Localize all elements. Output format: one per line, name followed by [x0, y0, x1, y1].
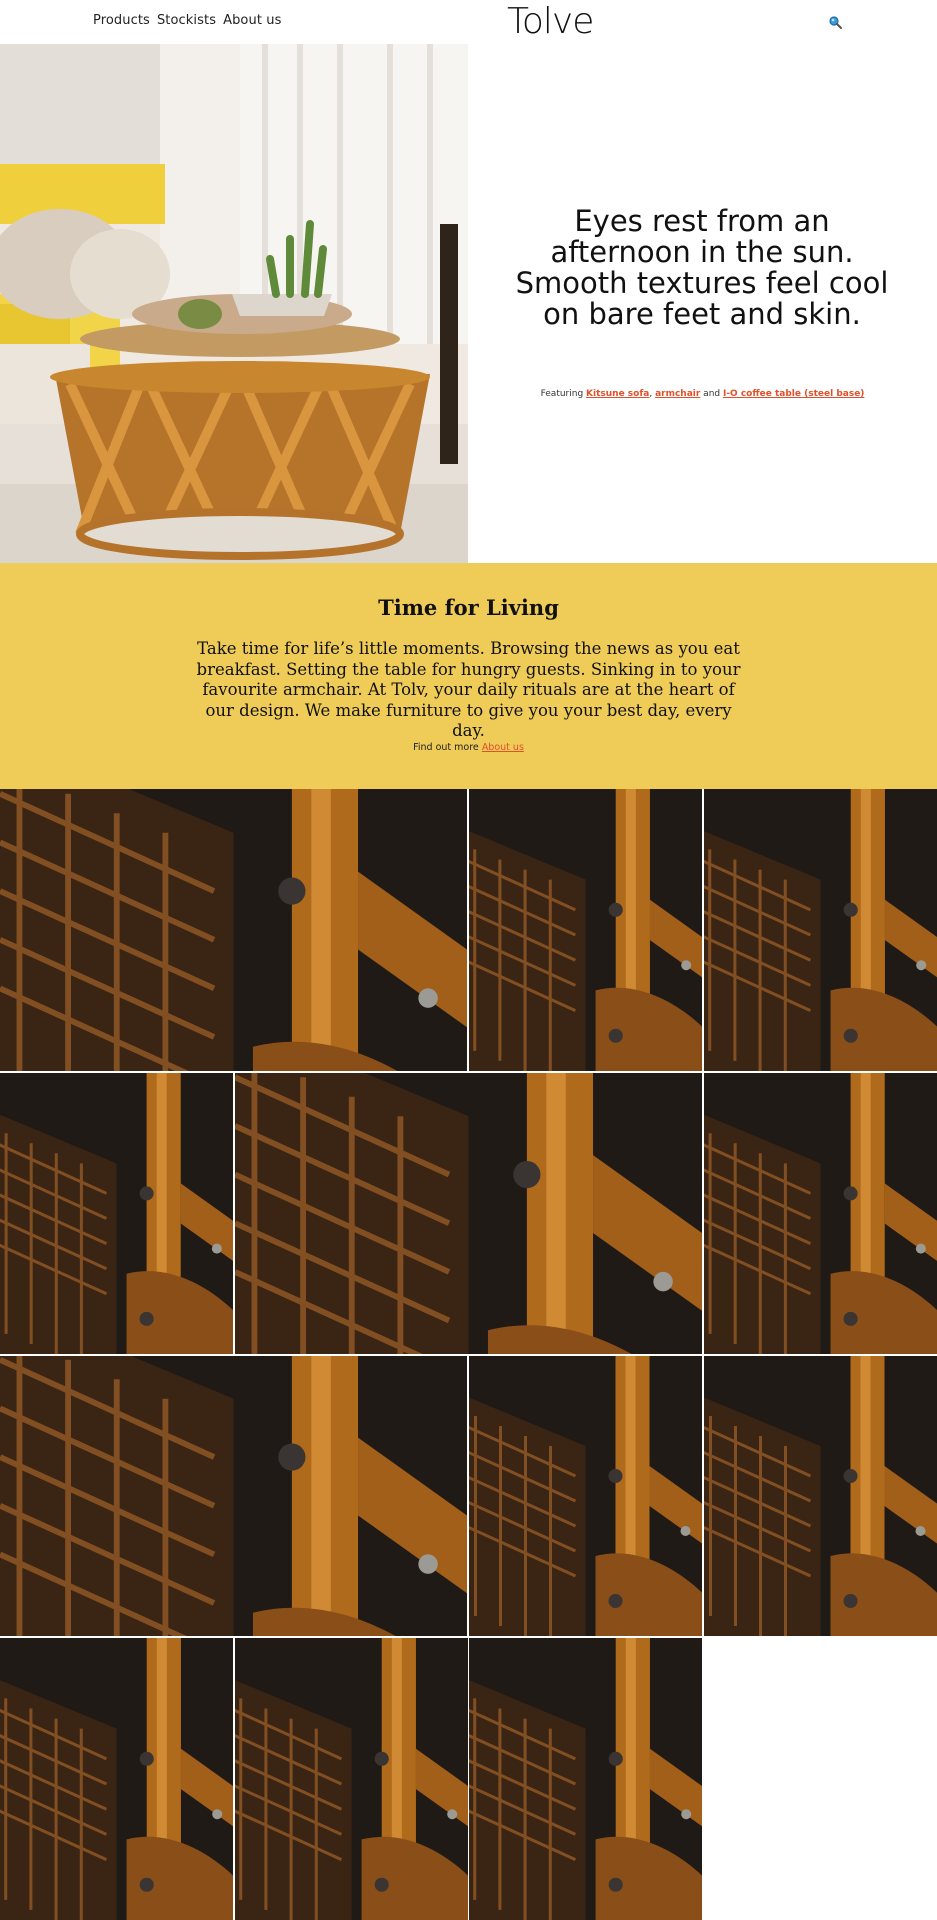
chair-detail-photo — [0, 1073, 233, 1354]
gallery-tile[interactable] — [704, 789, 937, 1071]
site-header: Products Stockists About us Tolve — [0, 0, 937, 44]
chair-detail-photo — [469, 789, 702, 1071]
section-title: Time for Living — [378, 595, 559, 620]
chair-detail-photo — [235, 1073, 702, 1354]
nav-about-us[interactable]: About us — [223, 13, 281, 28]
chair-detail-photo — [704, 789, 937, 1071]
gallery-tile[interactable] — [0, 1073, 233, 1354]
featuring-label: Featuring — [540, 389, 587, 399]
section-body: Take time for life’s little moments. Bro… — [196, 639, 741, 740]
chair-detail-photo — [0, 1356, 467, 1636]
gallery-tile[interactable] — [0, 789, 467, 1071]
chair-detail-photo — [235, 1638, 468, 1920]
link-armchair[interactable]: armchair — [655, 389, 700, 399]
site-logo[interactable]: Tolve — [507, 0, 594, 44]
gallery-tile[interactable] — [235, 1073, 702, 1354]
chair-detail-photo — [704, 1356, 937, 1636]
chair-detail-photo — [704, 1073, 937, 1354]
gallery-tile[interactable] — [469, 789, 702, 1071]
nav-products[interactable]: Products — [93, 13, 150, 28]
chair-detail-photo — [0, 789, 467, 1071]
find-out-more: Find out more About us — [0, 742, 937, 753]
featuring-sep-2: and — [700, 389, 723, 399]
about-us-link[interactable]: About us — [482, 742, 524, 753]
search-icon[interactable] — [828, 14, 842, 29]
gallery-tile[interactable] — [704, 1356, 937, 1636]
gallery-tile[interactable] — [469, 1356, 702, 1636]
chair-detail-photo — [469, 1356, 702, 1636]
time-for-living-section: Time for Living Take time for life’s lit… — [0, 563, 937, 789]
hero-text-panel: Eyes rest from an afternoon in the sun. … — [468, 44, 937, 563]
gallery-tile[interactable] — [704, 1073, 937, 1354]
hero-headline: Eyes rest from an afternoon in the sun. … — [515, 204, 889, 331]
hero-image — [0, 44, 468, 563]
gallery-tile[interactable] — [235, 1638, 468, 1920]
gallery-tile[interactable] — [469, 1638, 702, 1920]
hero-photo — [0, 44, 468, 563]
chair-detail-photo — [469, 1638, 702, 1920]
gallery-tile[interactable] — [0, 1638, 233, 1920]
gallery-tile[interactable] — [0, 1356, 467, 1636]
find-out-more-label: Find out more — [413, 742, 482, 753]
link-kitsune-sofa[interactable]: Kitsune sofa — [586, 389, 649, 399]
main-nav: Products Stockists About us — [93, 13, 281, 28]
link-coffee-table[interactable]: I-O coffee table (steel base) — [723, 389, 864, 399]
chair-detail-photo — [0, 1638, 233, 1920]
featured-products: Featuring Kitsune sofa, armchair and I-O… — [468, 389, 937, 399]
nav-stockists[interactable]: Stockists — [157, 13, 216, 28]
